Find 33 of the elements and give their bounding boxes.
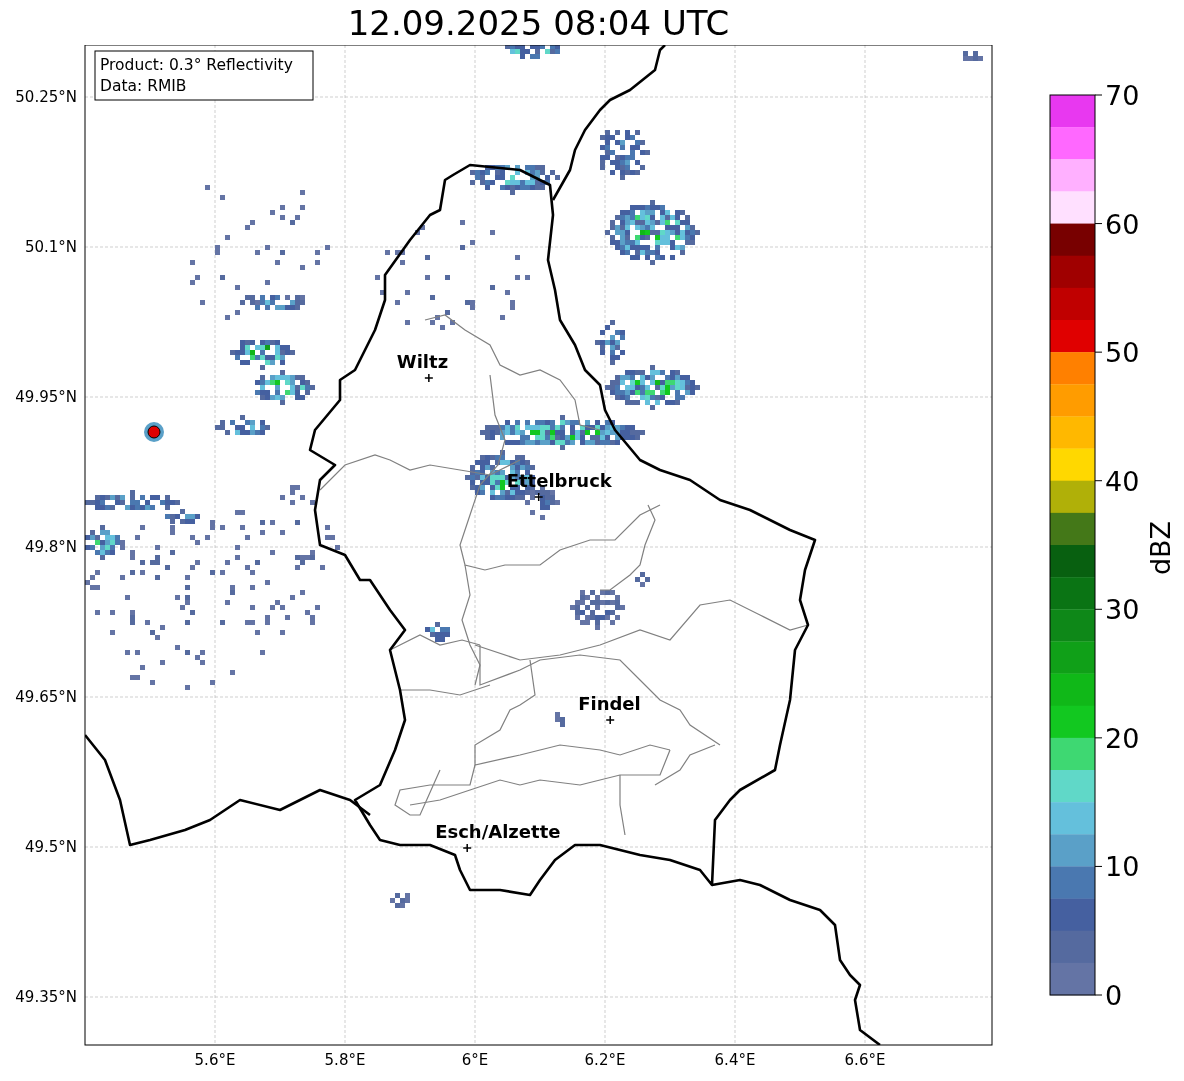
latitude-tick-label: 49.65°N <box>15 688 77 706</box>
city-marker-icon <box>533 492 544 502</box>
radar-site-icon <box>144 422 164 442</box>
longitude-tick-label: 5.8°E <box>324 1051 366 1069</box>
colorbar-label: dBZ <box>1145 520 1176 576</box>
colorbar-tick-label: 0 <box>1105 980 1123 1011</box>
longitude-tick-label: 6°E <box>461 1051 489 1069</box>
colorbar-tick-label: 20 <box>1105 722 1140 754</box>
product-label: Product: 0.3° Reflectivity <box>100 56 293 74</box>
chart-title: 12.09.2025 08:04 UTC <box>347 5 730 40</box>
longitude-tick-label: 6.2°E <box>584 1051 626 1069</box>
city-label: Wiltz <box>396 351 449 372</box>
city-marker-icon <box>462 843 472 853</box>
city-marker-icon <box>424 373 434 383</box>
colorbar-tick-label: 40 <box>1105 465 1140 497</box>
longitude-tick-label: 5.6°E <box>194 1051 236 1069</box>
colorbar-tick-label: 10 <box>1105 851 1140 883</box>
longitude-tick-label: 6.6°E <box>844 1051 886 1069</box>
latitude-tick-label: 49.8°N <box>24 538 77 556</box>
city-label: Findel <box>578 693 641 714</box>
city-label: Esch/Alzette <box>435 821 561 842</box>
colorbar-tick-label: 30 <box>1105 594 1140 626</box>
longitude-tick-label: 6.4°E <box>714 1051 756 1069</box>
latitude-tick-label: 49.35°N <box>15 988 77 1006</box>
colorbar-tick-label: 50 <box>1105 337 1140 369</box>
latitude-tick-label: 50.25°N <box>15 88 77 106</box>
data-source-label: Data: RMIB <box>100 77 187 95</box>
latitude-tick-label: 50.1°N <box>24 238 77 256</box>
latitude-tick-label: 49.5°N <box>24 838 77 856</box>
latitude-tick-label: 49.95°N <box>15 388 77 406</box>
city-marker-icon <box>605 715 615 725</box>
colorbar-tick-label: 60 <box>1105 208 1140 240</box>
colorbar-tick-label: 70 <box>1105 80 1140 111</box>
